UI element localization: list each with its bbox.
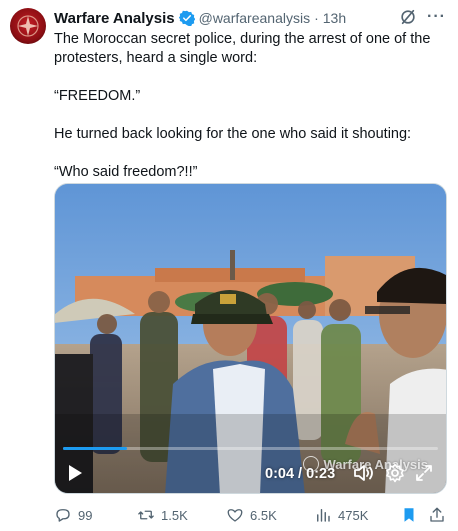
author-handle[interactable]: @warfareanalysis (199, 10, 310, 26)
avatar[interactable] (10, 8, 46, 44)
video-timecode: 0:04 / 0:23 (265, 466, 336, 482)
reply-count: 99 (78, 507, 93, 523)
tweet-paragraph: “FREEDOM.” (54, 88, 141, 104)
gear-icon[interactable] (385, 463, 405, 483)
tweet-text: The Moroccan secret police, during the a… (54, 30, 446, 201)
reply-button[interactable]: 99 (54, 506, 92, 524)
separator-dot: · (314, 10, 319, 26)
fullscreen-icon[interactable] (415, 464, 433, 482)
tweet-actions: 99 1.5K 6.5K 475K (54, 506, 446, 526)
video-progress-fill (63, 447, 127, 450)
tweet-paragraph: “Who said freedom?!!” (54, 164, 198, 180)
like-count: 6.5K (250, 507, 277, 523)
video-controls: 0:04 / 0:23 (55, 462, 446, 488)
like-button[interactable]: 6.5K (226, 506, 277, 524)
tweet-paragraph: He turned back looking for the one who s… (54, 126, 412, 142)
tweet-paragraph: The Moroccan secret police, during the a… (54, 31, 431, 66)
reply-icon (56, 509, 70, 522)
views-count: 475K (338, 507, 369, 523)
more-icon[interactable]: ··· (427, 9, 446, 25)
repost-icon (138, 510, 154, 520)
repost-button[interactable]: 1.5K (137, 506, 188, 524)
grok-icon[interactable] (399, 8, 417, 26)
bookmark-button[interactable] (400, 506, 418, 524)
play-icon[interactable] (67, 464, 83, 482)
header-actions: ··· (399, 8, 446, 26)
video-player[interactable]: Warfare Analysis 0:04 / 0:23 (54, 183, 447, 494)
verified-badge-icon (178, 10, 195, 26)
author-name[interactable]: Warfare Analysis (54, 10, 175, 27)
bookmark-icon (404, 508, 414, 522)
tweet-header: Warfare Analysis @warfareanalysis · 13h (54, 8, 346, 28)
share-button[interactable] (428, 506, 446, 524)
tweet: Warfare Analysis @warfareanalysis · 13h … (0, 0, 458, 531)
like-icon (227, 509, 243, 522)
tweet-time[interactable]: 13h (323, 10, 346, 26)
repost-count: 1.5K (161, 507, 188, 523)
volume-icon[interactable] (353, 463, 375, 483)
views-button[interactable]: 475K (314, 506, 368, 524)
avatar-emblem-icon (17, 15, 39, 37)
views-icon (317, 509, 330, 522)
share-icon (430, 507, 444, 522)
video-progress-bar[interactable] (63, 447, 438, 450)
